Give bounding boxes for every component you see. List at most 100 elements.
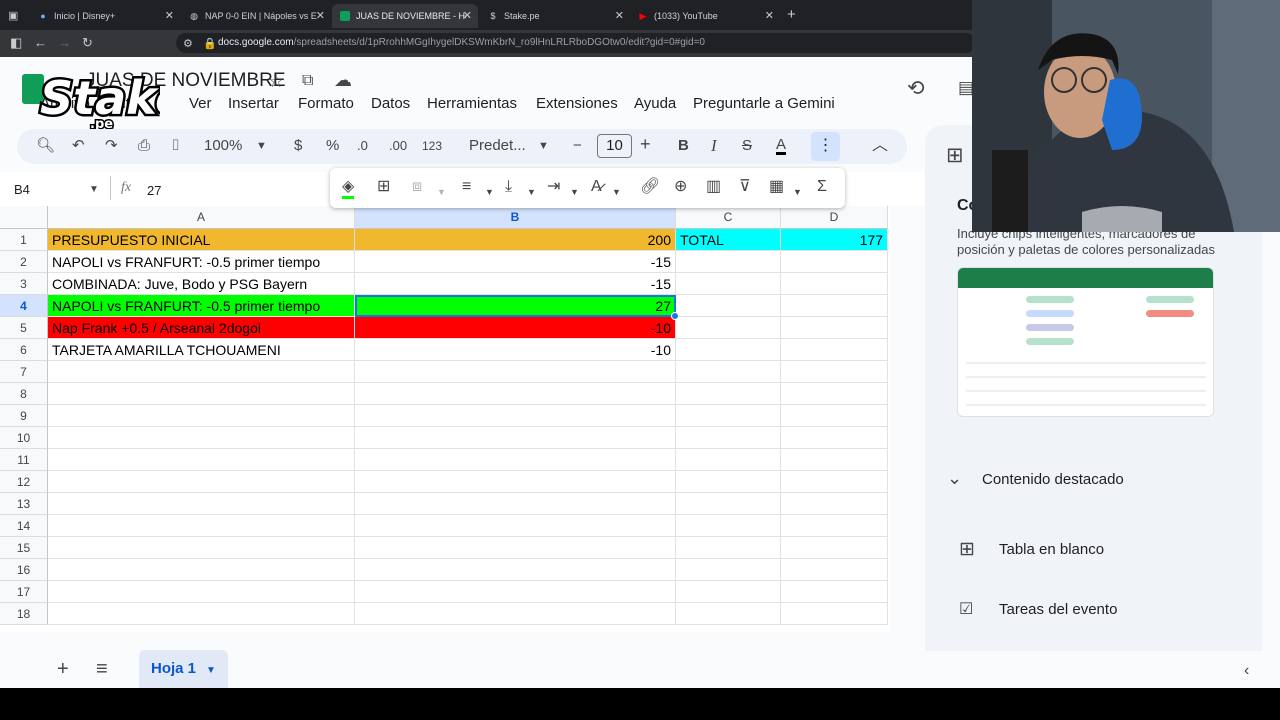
row-header[interactable]: 18 [0,603,48,625]
back-icon[interactable]: ← [34,34,47,52]
formula-input[interactable]: 27 [147,183,161,198]
decrease-decimals-button[interactable]: .0 [357,137,368,155]
menu-insertar[interactable]: Insertar [228,95,279,112]
bold-button[interactable]: B [678,137,689,155]
row-header[interactable]: 15 [0,537,48,559]
increase-decimals-button[interactable]: .00 [389,137,407,155]
cell-a16[interactable] [48,559,355,581]
browser-tab-stake[interactable]: $ Stake.pe ✕ [480,4,630,28]
chevron-down-icon[interactable]: ▼ [485,183,494,201]
cell-d16[interactable] [781,559,888,581]
cell-a4[interactable]: NAPOLI vs FRANFURT: -0.5 primer tiempo [48,295,355,317]
cell-d7[interactable] [781,361,888,383]
filter-icon[interactable]: ⊽ [739,178,751,196]
cell-b7[interactable] [355,361,676,383]
fill-color-icon[interactable]: ◈ [342,178,355,199]
close-tab-icon[interactable]: ✕ [765,9,774,22]
chevron-down-icon[interactable]: ▼ [527,183,536,201]
cell-b14[interactable] [355,515,676,537]
cell-d8[interactable] [781,383,888,405]
browser-tab-disney[interactable]: ● Inicio | Disney+ ✕ [30,4,180,28]
row-header[interactable]: 9 [0,405,48,427]
cell-c17[interactable] [676,581,781,603]
cell-c14[interactable] [676,515,781,537]
cell-a8[interactable] [48,383,355,405]
insert-comment-icon[interactable]: ⊕ [674,178,687,196]
fill-handle[interactable] [671,312,679,320]
cell-a2[interactable]: NAPOLI vs FRANFURT: -0.5 primer tiempo [48,251,355,273]
text-wrap-icon[interactable]: ⇥ [547,178,560,196]
menu-datos[interactable]: Datos [371,95,410,112]
chevron-down-icon[interactable]: ▼ [612,183,621,201]
cell-d17[interactable] [781,581,888,603]
url-field[interactable]: docs.google.com/spreadsheets/d/1pRrohhMG… [176,33,976,53]
chevron-down-icon[interactable]: ▼ [570,183,579,201]
close-tab-icon[interactable]: ✕ [165,9,174,22]
cell-a13[interactable] [48,493,355,515]
browser-tab-sheets[interactable]: JUAS DE NOVIEMBRE - Hojas de✕ [332,4,478,28]
horizontal-align-icon[interactable]: ≡ [462,178,471,196]
search-menus-icon[interactable]: 🔍︎ [36,137,55,155]
row-header[interactable]: 2 [0,251,48,273]
row-header[interactable]: 16 [0,559,48,581]
paint-format-icon[interactable]: ⌷ [171,137,180,155]
cell-c16[interactable] [676,559,781,581]
undo-icon[interactable]: ↶ [72,137,85,155]
cell-b4[interactable]: 27 [355,295,676,317]
chevron-down-icon[interactable]: ▼ [256,137,267,155]
cell-c3[interactable] [676,273,781,295]
cell-a17[interactable] [48,581,355,603]
cell-c4[interactable] [676,295,781,317]
cell-a14[interactable] [48,515,355,537]
cell-c8[interactable] [676,383,781,405]
print-icon[interactable]: ⎙ [138,137,150,155]
chevron-down-icon[interactable]: ▼ [89,184,99,195]
tab-actions-icon[interactable]: ▣ [8,7,18,25]
row-header[interactable]: 11 [0,449,48,471]
cell-d13[interactable] [781,493,888,515]
cell-b3[interactable]: -15 [355,273,676,295]
move-folder-icon[interactable]: ⧉ [302,72,313,90]
cell-b8[interactable] [355,383,676,405]
insert-link-icon[interactable]: 🔗︎ [640,178,660,196]
row-header[interactable]: 8 [0,383,48,405]
merge-cells-icon[interactable]: ⧈ [412,178,422,196]
functions-icon[interactable]: Σ [817,178,827,196]
insert-chart-icon[interactable]: ▥ [706,178,721,196]
menu-gemini[interactable]: Preguntarle a Gemini [693,95,835,112]
cell-a18[interactable] [48,603,355,625]
text-rotation-icon[interactable]: A̷ [591,178,602,196]
row-header[interactable]: 13 [0,493,48,515]
template-blank-table[interactable]: Tabla en blanco [999,541,1104,558]
cell-a11[interactable] [48,449,355,471]
featured-section-title[interactable]: Contenido destacado [982,471,1124,488]
cell-a9[interactable] [48,405,355,427]
cell-c12[interactable] [676,471,781,493]
cell-d15[interactable] [781,537,888,559]
cell-a7[interactable] [48,361,355,383]
vertical-align-icon[interactable]: ⤓ [505,178,512,196]
currency-format-button[interactable]: $ [294,137,302,155]
cell-b13[interactable] [355,493,676,515]
cell-d11[interactable] [781,449,888,471]
cell-c13[interactable] [676,493,781,515]
cell-d10[interactable] [781,427,888,449]
cell-b9[interactable] [355,405,676,427]
cell-b16[interactable] [355,559,676,581]
chevron-down-icon[interactable]: ⌄ [947,468,962,489]
chevron-down-icon[interactable]: ▼ [793,183,802,201]
strikethrough-button[interactable]: S [742,137,752,155]
menu-herramientas[interactable]: Herramientas [427,95,517,112]
cell-d14[interactable] [781,515,888,537]
cell-d3[interactable] [781,273,888,295]
row-header[interactable]: 10 [0,427,48,449]
cell-a12[interactable] [48,471,355,493]
redo-icon[interactable]: ↷ [105,137,118,155]
template-preview[interactable] [957,267,1214,417]
browser-tab-youtube[interactable]: ▶ (1033) YouTube ✕ [630,4,780,28]
cell-c2[interactable] [676,251,781,273]
borders-icon[interactable]: ⊞ [377,178,390,196]
row-header[interactable]: 1 [0,229,48,251]
row-header[interactable]: 14 [0,515,48,537]
cell-b11[interactable] [355,449,676,471]
